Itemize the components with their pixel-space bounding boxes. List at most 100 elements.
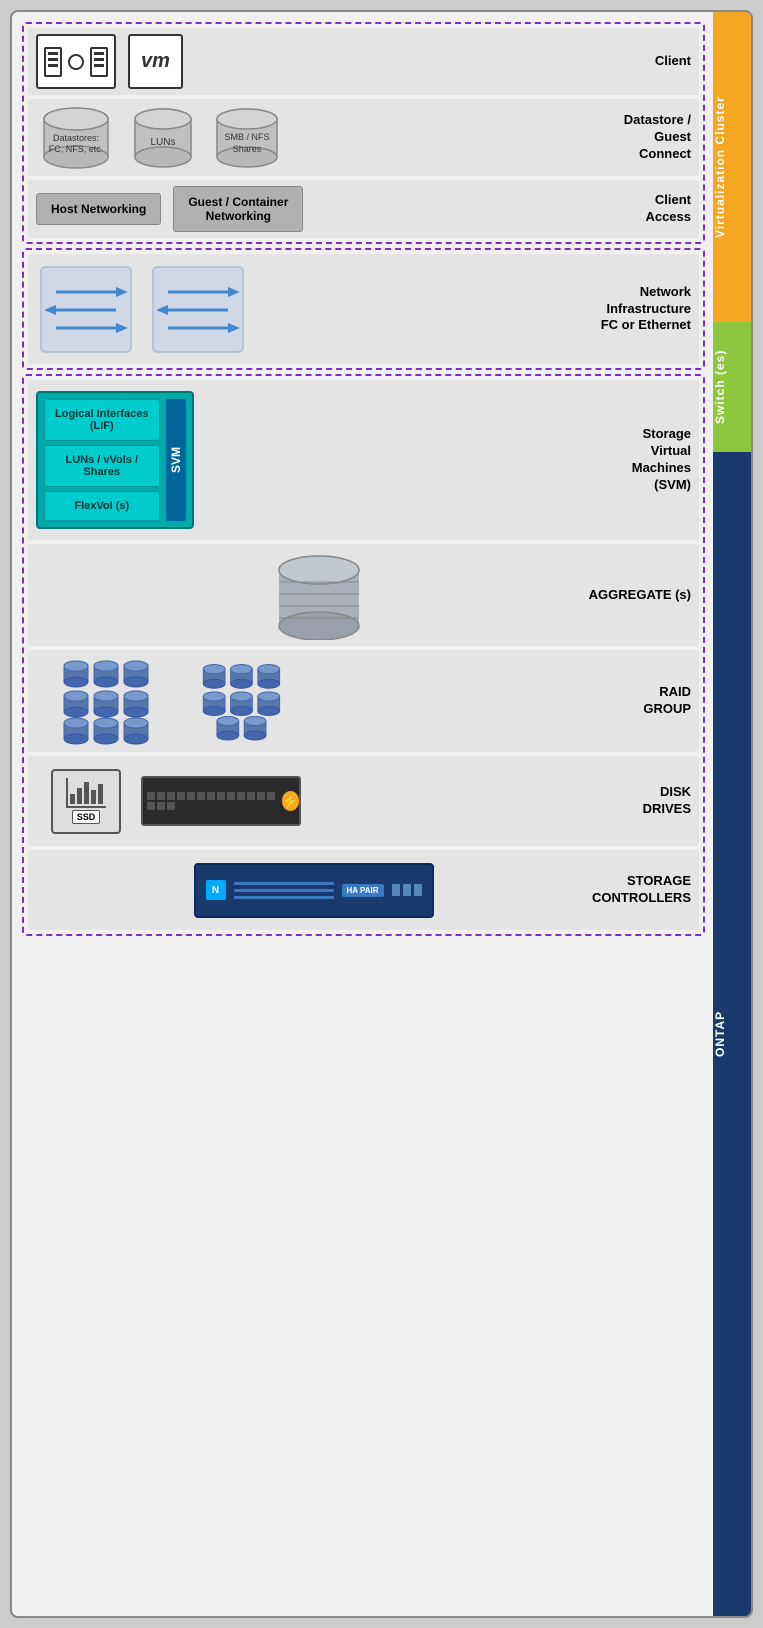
hdd-slot bbox=[237, 792, 245, 800]
sidebar-virt-label: Virtualization Cluster bbox=[713, 12, 727, 322]
raid-disk-group-1 bbox=[56, 656, 166, 746]
bar-line-4 bbox=[94, 52, 104, 55]
bar-line-5 bbox=[94, 58, 104, 61]
sidebar-switch: Switch (es) bbox=[713, 322, 751, 452]
svm-side-label: SVM bbox=[166, 399, 186, 521]
ssd-chart bbox=[66, 778, 106, 808]
hdd-slot bbox=[167, 802, 175, 810]
switch-icon-1 bbox=[36, 262, 136, 357]
server-bar-left bbox=[44, 47, 62, 77]
sc-line-3 bbox=[234, 896, 334, 899]
server-bar-right bbox=[90, 47, 108, 77]
raid-disk-group-2 bbox=[196, 656, 296, 746]
client-access-label: ClientAccess bbox=[561, 192, 691, 226]
storage-controllers-content: N HA PAIR bbox=[36, 863, 561, 918]
hdd-slot bbox=[187, 792, 195, 800]
sidebar-virt: Virtualization Cluster bbox=[713, 12, 751, 322]
svm-content: Logical Interfaces(LIF) LUNs / vVols /Sh… bbox=[36, 391, 561, 529]
switch-icon-2 bbox=[148, 262, 248, 357]
storage-controllers-label: STORAGECONTROLLERS bbox=[561, 873, 691, 907]
disk-drives-label: DISKDRIVES bbox=[561, 784, 691, 818]
bar-line-2 bbox=[48, 58, 58, 61]
network-infra-row: NetworkInfrastructureFC or Ethernet bbox=[28, 254, 699, 364]
aggregate-content bbox=[36, 550, 561, 640]
sc-line-2 bbox=[234, 889, 334, 892]
hdd-slot bbox=[217, 792, 225, 800]
ssd-bar-4 bbox=[91, 790, 96, 804]
bar-line-6 bbox=[94, 64, 104, 67]
sidebar-ontap-label: ONTAP bbox=[713, 452, 727, 1616]
hdd-slot bbox=[167, 792, 175, 800]
aggregate-label: AGGREGATE (s) bbox=[561, 587, 691, 604]
sc-port-3 bbox=[414, 884, 422, 896]
hdd-slot bbox=[267, 792, 275, 800]
ha-pair-badge: HA PAIR bbox=[342, 884, 384, 897]
aggregate-row: AGGREGATE (s) bbox=[28, 544, 699, 646]
sc-port-2 bbox=[403, 884, 411, 896]
netapp-logo: N bbox=[206, 880, 226, 900]
switch-section: NetworkInfrastructureFC or Ethernet bbox=[22, 248, 705, 370]
client-label: Client bbox=[561, 53, 691, 70]
vm-text: vm bbox=[141, 50, 170, 73]
svg-text:Shares: Shares bbox=[233, 144, 262, 154]
hdd-slot bbox=[177, 792, 185, 800]
diagram-wrapper: vm Client Datastores: bbox=[10, 10, 753, 1618]
hdd-slot bbox=[257, 792, 265, 800]
hdd-slot bbox=[157, 802, 165, 810]
raid-content bbox=[36, 656, 561, 746]
svm-flexvol-layer: FlexVol (s) bbox=[44, 491, 160, 521]
hdd-slot bbox=[147, 802, 155, 810]
hdd-slot bbox=[207, 792, 215, 800]
storage-controller-unit: N HA PAIR bbox=[194, 863, 434, 918]
content-area: vm Client Datastores: bbox=[12, 12, 713, 1616]
datastore-row: Datastores: FC, NFS, etc. LUNs bbox=[28, 99, 699, 176]
sidebar-switch-label: Switch (es) bbox=[713, 322, 727, 452]
ssd-bar-2 bbox=[77, 788, 82, 804]
svm-container: Logical Interfaces(LIF) LUNs / vVols /Sh… bbox=[36, 391, 194, 529]
svm-lif-layer: Logical Interfaces(LIF) bbox=[44, 399, 160, 441]
hdd-slot bbox=[157, 792, 165, 800]
hdd-unit: ⚡ bbox=[141, 776, 301, 826]
ontap-section: Logical Interfaces(LIF) LUNs / vVols /Sh… bbox=[22, 374, 705, 936]
datastore-cylinder-1: Datastores: FC, NFS, etc. bbox=[36, 105, 116, 170]
hdd-slot bbox=[227, 792, 235, 800]
client-access-row: Host Networking Guest / ContainerNetwork… bbox=[28, 180, 699, 238]
hdd-slot bbox=[197, 792, 205, 800]
ssd-icon: SSD bbox=[51, 769, 121, 834]
cyl-svg-2: LUNs bbox=[128, 105, 198, 170]
client-row: vm Client bbox=[28, 28, 699, 95]
ssd-bar-5 bbox=[98, 784, 103, 804]
svg-text:Datastores:: Datastores: bbox=[53, 133, 99, 143]
right-sidebar: Virtualization Cluster Switch (es) ONTAP bbox=[713, 12, 751, 1616]
datastore-content: Datastores: FC, NFS, etc. LUNs bbox=[36, 105, 561, 170]
datastore-label: Datastore /GuestConnect bbox=[561, 112, 691, 163]
network-infra-content bbox=[36, 262, 561, 357]
svg-text:LUNs: LUNs bbox=[150, 137, 175, 148]
cyl-svg-3: SMB / NFS Shares bbox=[210, 105, 285, 170]
hdd-slots bbox=[143, 788, 282, 814]
datastore-cylinder-2: LUNs bbox=[128, 105, 198, 170]
storage-controllers-row: N HA PAIR STORAGEC bbox=[28, 850, 699, 930]
svm-label: StorageVirtualMachines(SVM) bbox=[561, 426, 691, 494]
virtualization-section: vm Client Datastores: bbox=[22, 22, 705, 244]
client-content: vm bbox=[36, 34, 561, 89]
svg-text:SMB / NFS: SMB / NFS bbox=[224, 132, 269, 142]
raid-row: RAIDGROUP bbox=[28, 650, 699, 752]
guest-container-networking-box: Guest / ContainerNetworking bbox=[173, 186, 303, 232]
server-icon bbox=[36, 34, 116, 89]
aggregate-cylinder bbox=[269, 550, 369, 640]
sc-port-1 bbox=[392, 884, 400, 896]
ssd-label: SSD bbox=[72, 810, 101, 824]
disk-drives-row: SSD bbox=[28, 756, 699, 846]
svm-layers: Logical Interfaces(LIF) LUNs / vVols /Sh… bbox=[44, 399, 160, 521]
bar-line-3 bbox=[48, 64, 58, 67]
raid-label: RAIDGROUP bbox=[561, 684, 691, 718]
server-dot bbox=[68, 54, 84, 70]
hdd-slot bbox=[147, 792, 155, 800]
host-networking-box: Host Networking bbox=[36, 193, 161, 225]
vm-icon: vm bbox=[128, 34, 183, 89]
bar-line-1 bbox=[48, 52, 58, 55]
network-infra-label: NetworkInfrastructureFC or Ethernet bbox=[561, 284, 691, 335]
sc-ports bbox=[392, 884, 422, 896]
cyl-svg-1: Datastores: FC, NFS, etc. bbox=[36, 105, 116, 170]
